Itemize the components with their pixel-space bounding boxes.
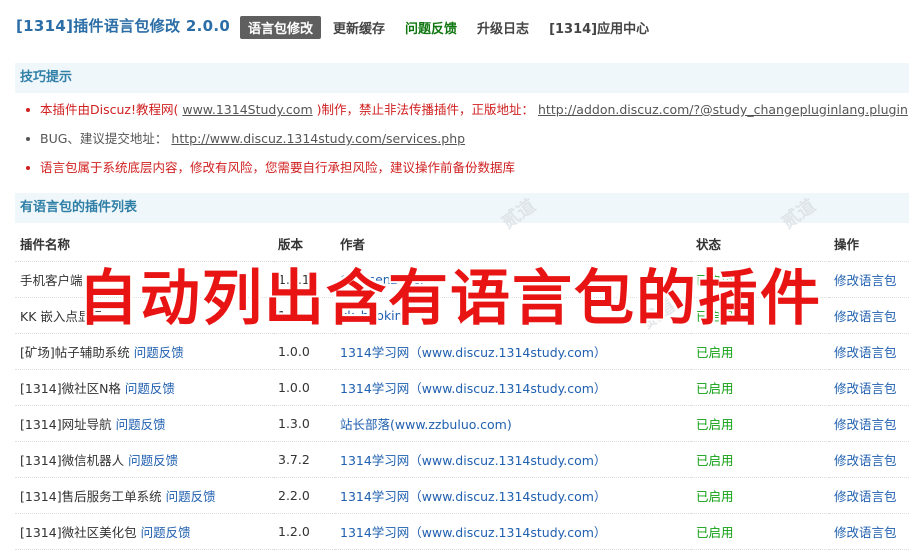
plugin-feedback-link[interactable]: 问题反馈: [134, 345, 184, 360]
plugin-version: 1.2.0: [273, 513, 335, 550]
edit-language-pack-link[interactable]: 修改语言包: [834, 345, 897, 360]
plugin-name-cell: [矿场]帖子辅助系统 问题反馈: [15, 333, 273, 370]
plugin-status-cell: 已启用: [691, 477, 829, 514]
app-title: [1314]插件语言包修改 2.0.0: [16, 17, 231, 35]
plugin-status-cell: 已启用: [691, 333, 829, 370]
tip-risk-text: 语言包属于系统底层内容，修改有风险，您需要自行承担风险，建议操作前备份数据库: [40, 160, 516, 175]
plugin-version: 2.2.0: [273, 477, 335, 514]
status-badge: 已启用: [696, 453, 734, 468]
status-badge: 已启用: [696, 381, 734, 396]
bullet-icon: [26, 137, 30, 141]
plugin-name-cell: [1314]微社区N格 问题反馈: [15, 369, 273, 406]
overlay-banner: 自动列出含有语言包的插件: [78, 264, 822, 334]
status-badge: 已启用: [696, 345, 734, 360]
plugin-status-cell: 已启用: [691, 513, 829, 550]
plugin-name: [1314]微社区N格: [20, 381, 121, 396]
plugin-action-cell: 修改语言包: [829, 333, 909, 370]
table-row: [1314]微信机器人 问题反馈 3.7.2 1314学习网（www.discuz.…: [15, 441, 909, 478]
top-nav: 语言包修改 更新缓存 问题反馈 升级日志 [1314]应用中心: [240, 16, 661, 39]
edit-language-pack-link[interactable]: 修改语言包: [834, 489, 897, 504]
plugin-name: [1314]售后服务工单系统: [20, 489, 162, 504]
table-row: [1314]微社区美化包 问题反馈 1.2.0 1314学习网（www.discuz…: [15, 513, 909, 550]
plugin-name-cell: [1314]售后服务工单系统 问题反馈: [15, 477, 273, 514]
plugin-feedback-link[interactable]: 问题反馈: [166, 489, 216, 504]
table-row: [1314]售后服务工单系统 问题反馈 2.2.0 1314学习网（www.disc…: [15, 477, 909, 514]
plugin-author-cell: 1314学习网（www.discuz.1314study.com）: [335, 477, 691, 514]
bullet-icon: [26, 166, 30, 170]
plugin-version: 1.3.0: [273, 405, 335, 442]
tip-copyright-prefix: 本插件由Discuz!教程网(: [40, 102, 179, 117]
plugin-action-cell: 修改语言包: [829, 405, 909, 442]
edit-language-pack-link[interactable]: 修改语言包: [834, 381, 897, 396]
edit-language-pack-link[interactable]: 修改语言包: [834, 417, 897, 432]
nav-app-center[interactable]: [1314]应用中心: [541, 16, 657, 39]
plugin-version: 1.0.0: [273, 333, 335, 370]
plugin-feedback-link[interactable]: 问题反馈: [116, 417, 166, 432]
plugin-feedback-link[interactable]: 问题反馈: [128, 453, 178, 468]
plugin-author: 1314学习网（www.discuz.1314study.com）: [340, 381, 607, 396]
plugin-name: [矿场]帖子辅助系统: [20, 345, 130, 360]
edit-language-pack-link[interactable]: 修改语言包: [834, 453, 897, 468]
plugin-version: 1.0.0: [273, 369, 335, 406]
plugin-action-cell: 修改语言包: [829, 369, 909, 406]
nav-update-cache[interactable]: 更新缓存: [325, 16, 393, 39]
tip-copyright: 本插件由Discuz!教程网( www.1314Study.com )制作，禁止…: [24, 95, 909, 124]
plugin-feedback-link[interactable]: 问题反馈: [141, 525, 191, 540]
plugin-author-cell: 1314学习网（www.discuz.1314study.com）: [335, 513, 691, 550]
plugin-author: 站长部落(www.zzbuluo.com): [340, 417, 512, 432]
plugin-status-cell: 已启用: [691, 441, 829, 478]
top-header: [1314]插件语言包修改 2.0.0 语言包修改 更新缓存 问题反馈 升级日志…: [0, 0, 909, 56]
plugin-name-cell: [1314]网址导航 问题反馈: [15, 405, 273, 442]
tip-risk-warning: 语言包属于系统底层内容，修改有风险，您需要自行承担风险，建议操作前备份数据库: [24, 153, 909, 182]
plugin-action-cell: 修改语言包: [829, 477, 909, 514]
tip-bug-report: BUG、建议提交地址： http://www.discuz.1314study.…: [24, 124, 909, 153]
plugin-name: [1314]微社区美化包: [20, 525, 137, 540]
plugin-author-cell: 1314学习网（www.discuz.1314study.com）: [335, 441, 691, 478]
nav-changelog[interactable]: 升级日志: [469, 16, 537, 39]
nav-language-edit[interactable]: 语言包修改: [240, 16, 322, 39]
plugin-feedback-link[interactable]: 问题反馈: [125, 381, 175, 396]
status-badge: 已启用: [696, 489, 734, 504]
tip-site-link[interactable]: www.1314Study.com: [182, 102, 312, 117]
tips-list: 本插件由Discuz!教程网( www.1314Study.com )制作，禁止…: [24, 95, 909, 182]
tip-bug-prefix: BUG、建议提交地址：: [40, 131, 168, 146]
table-row: [1314]网址导航 问题反馈 1.3.0 站长部落(www.zzbuluo.com…: [15, 405, 909, 442]
tip-official-url-link[interactable]: http://addon.discuz.com/?@study_changepl…: [538, 102, 908, 117]
nav-feedback[interactable]: 问题反馈: [397, 16, 465, 39]
status-badge: 已启用: [696, 417, 734, 432]
table-row: [1314]微社区N格 问题反馈 1.0.0 1314学习网（www.discuz.…: [15, 369, 909, 406]
plugin-status-cell: 已启用: [691, 369, 829, 406]
plugin-author-cell: 1314学习网（www.discuz.1314study.com）: [335, 369, 691, 406]
plugin-action-cell: 修改语言包: [829, 513, 909, 550]
table-row: [矿场]帖子辅助系统 问题反馈 1.0.0 1314学习网（www.discuz.1…: [15, 333, 909, 370]
plugin-author: 1314学习网（www.discuz.1314study.com）: [340, 453, 607, 468]
plugin-status-cell: 已启用: [691, 405, 829, 442]
tips-heading: 技巧提示: [15, 63, 909, 93]
plugin-author-cell: 站长部落(www.zzbuluo.com): [335, 405, 691, 442]
plugin-author: 1314学习网（www.discuz.1314study.com）: [340, 489, 607, 504]
plugin-author: 1314学习网（www.discuz.1314study.com）: [340, 345, 607, 360]
plugin-author-cell: 1314学习网（www.discuz.1314study.com）: [335, 333, 691, 370]
plugin-name-cell: [1314]微社区美化包 问题反馈: [15, 513, 273, 550]
plugin-name: [1314]网址导航: [20, 417, 112, 432]
plugin-version: 3.7.2: [273, 441, 335, 478]
plugin-action-cell: 修改语言包: [829, 441, 909, 478]
plugin-author: 1314学习网（www.discuz.1314study.com）: [340, 525, 607, 540]
plugin-name-cell: [1314]微信机器人 问题反馈: [15, 441, 273, 478]
tip-copyright-middle: )制作，禁止非法传播插件，正版地址：: [316, 102, 535, 117]
status-badge: 已启用: [696, 525, 734, 540]
plugin-name: 手机客户端: [20, 273, 83, 288]
edit-language-pack-link[interactable]: 修改语言包: [834, 525, 897, 540]
tip-services-link[interactable]: http://www.discuz.1314study.com/services…: [171, 131, 465, 146]
plugin-name: [1314]微信机器人: [20, 453, 125, 468]
bullet-icon: [26, 108, 30, 112]
plugin-list-heading: 有语言包的插件列表: [15, 193, 909, 223]
